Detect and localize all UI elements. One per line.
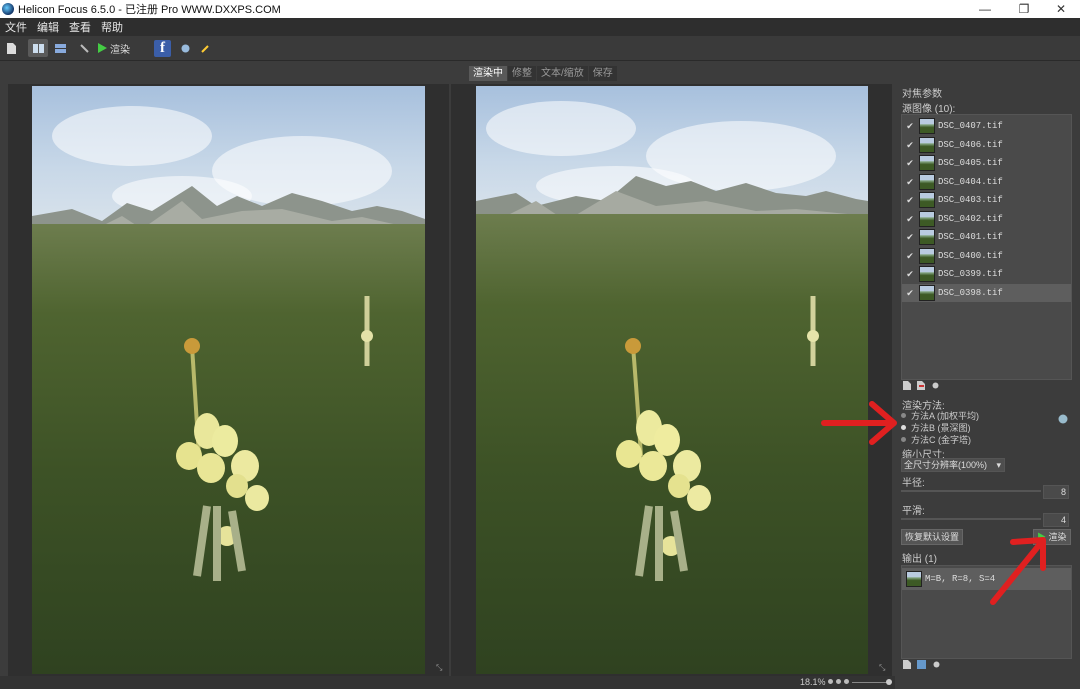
thumbnail bbox=[919, 211, 935, 227]
radius-slider[interactable] bbox=[901, 490, 1041, 492]
title-bar: Helicon Focus 6.5.0 - 已注册 Pro WWW.DXXPS.… bbox=[0, 0, 1080, 18]
result-image bbox=[476, 86, 868, 674]
list-item-selected[interactable]: ✔ DSC_0398.tif bbox=[902, 284, 1071, 302]
output-actions bbox=[903, 660, 941, 669]
minimize-button[interactable]: — bbox=[968, 0, 1002, 18]
panel-title: 对焦参数 bbox=[902, 89, 942, 100]
thumbnail bbox=[906, 571, 922, 587]
add-file-icon[interactable] bbox=[903, 381, 911, 390]
save-icon[interactable] bbox=[917, 660, 926, 669]
thumbnail bbox=[919, 192, 935, 208]
method-c-radio[interactable]: 方法C (金字塔) bbox=[901, 433, 971, 446]
close-button[interactable]: ✕ bbox=[1044, 0, 1078, 18]
app-icon bbox=[2, 3, 14, 15]
menu-file[interactable]: 文件 bbox=[0, 19, 32, 35]
thumbnail bbox=[919, 229, 935, 245]
globe-icon[interactable] bbox=[177, 39, 193, 57]
new-file-icon[interactable] bbox=[4, 39, 18, 57]
facebook-button[interactable]: f bbox=[154, 39, 171, 57]
help-icon[interactable] bbox=[1058, 414, 1068, 424]
list-item[interactable]: ✔ DSC_0402.tif bbox=[902, 210, 1071, 228]
new-file-icon[interactable] bbox=[903, 660, 911, 669]
single-view-icon[interactable] bbox=[52, 39, 68, 57]
list-item[interactable]: ✔ DSC_0407.tif bbox=[902, 117, 1071, 135]
list-item[interactable]: ✔ DSC_0406.tif bbox=[902, 136, 1071, 154]
sources-label: 源图像 (10): bbox=[902, 104, 956, 115]
tab-retouch[interactable]: 修整 bbox=[508, 66, 536, 81]
chevron-down-icon: ▾ bbox=[996, 460, 1001, 470]
thumbnail bbox=[919, 266, 935, 282]
output-label: 输出 (1) bbox=[902, 554, 937, 565]
size-dropdown[interactable]: 全尺寸分辨率(100%) ▾ bbox=[901, 458, 1005, 472]
window-title: Helicon Focus 6.5.0 - 已注册 Pro WWW.DXXPS.… bbox=[18, 4, 281, 16]
smooth-slider[interactable] bbox=[901, 518, 1041, 520]
menu-help[interactable]: 帮助 bbox=[96, 19, 128, 35]
reset-defaults-button[interactable]: 恢复默认设置 bbox=[901, 529, 964, 545]
source-image bbox=[32, 86, 425, 674]
list-item[interactable]: ✔ DSC_0403.tif bbox=[902, 191, 1071, 209]
remove-file-icon[interactable] bbox=[917, 381, 925, 390]
thumbnail bbox=[919, 285, 935, 301]
render-button-label: 渲染 bbox=[110, 44, 130, 56]
play-icon bbox=[98, 43, 107, 53]
tab-save[interactable]: 保存 bbox=[588, 66, 617, 81]
zoom-fit-icon[interactable]: ⤡ bbox=[879, 663, 888, 672]
zoom-presets[interactable] bbox=[828, 679, 849, 684]
source-file-list[interactable]: ✔ DSC_0407.tif ✔ DSC_0406.tif ✔ DSC_0405.ti… bbox=[901, 114, 1072, 380]
file-list-actions bbox=[903, 381, 940, 390]
smooth-input[interactable]: 4 bbox=[1043, 513, 1069, 527]
menu-bar: 文件 编辑 查看 帮助 bbox=[0, 18, 1080, 36]
zoom-level: 18.1% bbox=[800, 677, 826, 687]
source-viewer[interactable]: ⤡ bbox=[8, 84, 449, 676]
maximize-button[interactable]: ❐ bbox=[1007, 0, 1041, 18]
list-item[interactable]: ✔ DSC_0399.tif bbox=[902, 265, 1071, 283]
list-item[interactable]: ✔ DSC_0405.tif bbox=[902, 154, 1071, 172]
zoom-slider-handle[interactable] bbox=[886, 679, 892, 685]
annotation-arrow-icon bbox=[821, 401, 897, 445]
thumbnail bbox=[919, 174, 935, 190]
menu-edit[interactable]: 编辑 bbox=[32, 19, 64, 35]
radius-label: 半径: bbox=[902, 478, 925, 489]
facebook-icon: f bbox=[154, 39, 171, 57]
split-view-icon[interactable] bbox=[28, 39, 48, 57]
thumbnail bbox=[919, 118, 935, 134]
annotation-arrow-icon bbox=[990, 537, 1046, 605]
thumbnail bbox=[919, 137, 935, 153]
render-button[interactable]: 渲染 bbox=[98, 39, 130, 57]
settings-icon[interactable] bbox=[931, 381, 940, 390]
zoom-fit-icon[interactable]: ⤡ bbox=[436, 663, 445, 672]
toolbar: 渲染 f bbox=[0, 36, 1080, 61]
pencil-icon[interactable] bbox=[197, 39, 213, 57]
tab-text-scale[interactable]: 文本/缩放 bbox=[537, 66, 588, 81]
smooth-label: 平滑: bbox=[902, 506, 925, 517]
mode-tabs: 渲染中 修整 文本/缩放 保存 bbox=[469, 66, 618, 82]
radius-input[interactable]: 8 bbox=[1043, 485, 1069, 499]
result-viewer[interactable]: ⤡ bbox=[451, 84, 892, 676]
menu-view[interactable]: 查看 bbox=[64, 19, 96, 35]
list-item[interactable]: ✔ DSC_0401.tif bbox=[902, 228, 1071, 246]
thumbnail bbox=[919, 155, 935, 171]
status-bar: 18.1% bbox=[0, 676, 895, 689]
thumbnail bbox=[919, 248, 935, 264]
wand-icon[interactable] bbox=[76, 39, 92, 57]
zoom-slider[interactable] bbox=[852, 682, 888, 683]
tab-rendering[interactable]: 渲染中 bbox=[469, 66, 507, 81]
settings-icon[interactable] bbox=[932, 660, 941, 669]
list-item[interactable]: ✔ DSC_0400.tif bbox=[902, 247, 1071, 265]
list-item[interactable]: ✔ DSC_0404.tif bbox=[902, 173, 1071, 191]
